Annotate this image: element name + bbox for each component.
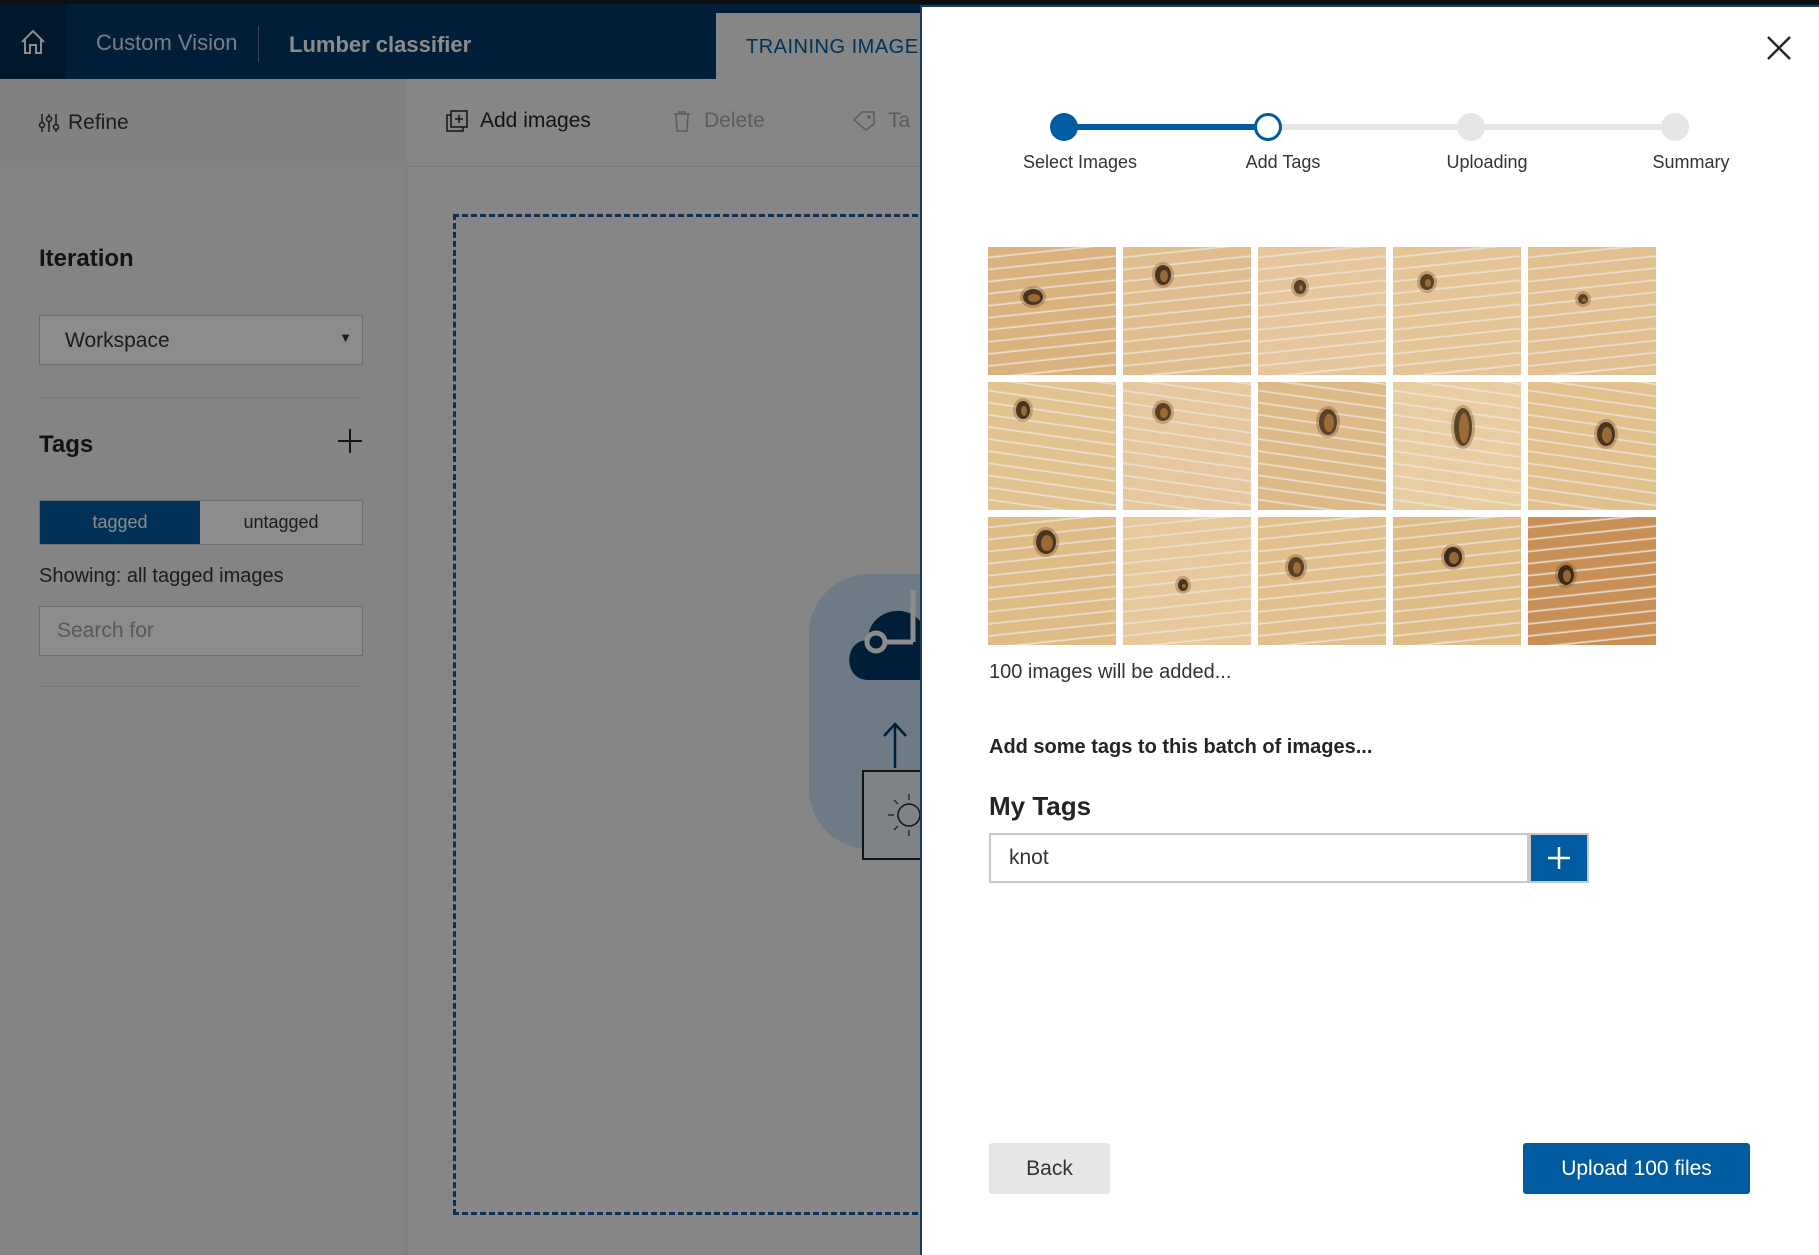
image-thumbnail: [1258, 517, 1386, 645]
knot-mark: [1594, 419, 1618, 449]
wizard-stepper: Select Images Add Tags Uploading Summary: [922, 7, 1819, 187]
step-label-summary: Summary: [1652, 152, 1730, 172]
images-added-count: 100 images will be added...: [989, 661, 1232, 683]
knot-mark: [1013, 398, 1033, 422]
knot-mark: [1285, 554, 1307, 580]
image-thumbnail: [988, 247, 1116, 375]
image-thumbnail: [1393, 247, 1521, 375]
stepper-track-complete: [1064, 124, 1268, 130]
step-label-select-images: Select Images: [1022, 152, 1138, 172]
knot-mark: [1451, 405, 1475, 449]
knot-mark: [1020, 286, 1046, 308]
image-thumbnail: [1393, 517, 1521, 645]
add-images-dialog: Select Images Add Tags Uploading Summary…: [920, 5, 1819, 1255]
knot-mark: [1417, 271, 1437, 293]
step-label-add-tags: Add Tags: [1245, 152, 1321, 172]
knot-mark: [1575, 291, 1591, 307]
my-tags-title: My Tags: [989, 791, 1092, 821]
knot-mark: [1441, 544, 1465, 570]
plus-icon: [1548, 847, 1570, 869]
step-label-uploading: Uploading: [1446, 152, 1528, 172]
knot-mark: [1316, 406, 1340, 438]
image-thumbnail: [1528, 382, 1656, 510]
image-thumbnail: [1528, 247, 1656, 375]
batch-tag-prompt: Add some tags to this batch of images...: [989, 736, 1373, 758]
back-button[interactable]: Back: [989, 1143, 1110, 1194]
image-thumbnail: [1123, 247, 1251, 375]
image-thumbnail: [988, 382, 1116, 510]
image-thumbnail: [1258, 247, 1386, 375]
image-thumbnail: [988, 517, 1116, 645]
image-thumbnail: [1528, 517, 1656, 645]
image-thumbnail: [1258, 382, 1386, 510]
tag-input[interactable]: knot: [989, 833, 1529, 883]
step-dot-summary: [1661, 113, 1689, 141]
knot-mark: [1291, 277, 1309, 297]
add-tag-button[interactable]: [1529, 833, 1589, 883]
image-thumbnail: [1123, 382, 1251, 510]
image-thumbnail: [1393, 382, 1521, 510]
image-thumbnail: [1123, 517, 1251, 645]
step-dot-uploading: [1457, 113, 1485, 141]
upload-files-button[interactable]: Upload 100 files: [1523, 1143, 1750, 1194]
knot-mark: [1555, 562, 1577, 588]
knot-mark: [1175, 576, 1191, 594]
knot-mark: [1152, 400, 1174, 424]
step-dot-select-images: [1050, 113, 1078, 141]
knot-mark: [1152, 262, 1174, 288]
step-dot-add-tags: [1254, 113, 1282, 141]
knot-mark: [1033, 527, 1059, 557]
